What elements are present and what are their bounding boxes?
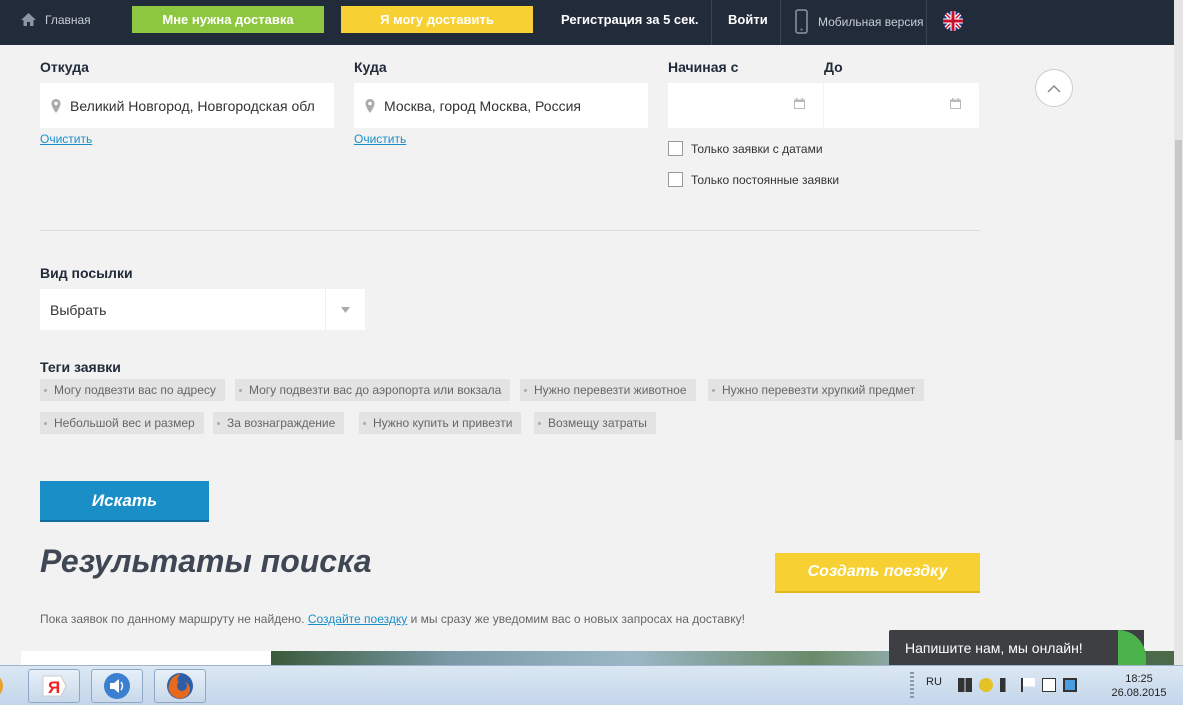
yandex-taskbar-icon[interactable]: Я <box>28 669 80 703</box>
parcel-type-select[interactable]: Выбрать <box>40 289 365 330</box>
clipboard-icon[interactable] <box>1042 678 1056 692</box>
need-delivery-button[interactable]: Мне нужна доставка <box>132 6 324 33</box>
monitor-icon[interactable] <box>1063 678 1077 692</box>
tag-item[interactable]: Нужно перевезти хрупкий предмет <box>708 379 925 401</box>
phone-icon <box>795 9 808 34</box>
info-text-after: и мы сразу же уведомим вас о новых запро… <box>410 612 746 626</box>
home-icon <box>21 13 36 26</box>
tag-item[interactable]: Нужно купить и привезти <box>359 412 522 434</box>
taskbar-grip <box>910 672 914 700</box>
clock[interactable]: 18:25 26.08.2015 <box>1110 672 1168 700</box>
clock-time: 18:25 <box>1125 673 1153 685</box>
scroll-up-button[interactable] <box>1035 69 1073 107</box>
to-label: Куда <box>354 59 387 75</box>
calendar-icon <box>794 98 805 109</box>
location-pin-icon <box>365 98 375 113</box>
create-trip-link[interactable]: Создайте поездку <box>308 612 407 626</box>
only-dated-checkbox[interactable]: Только заявки с датами <box>668 141 823 156</box>
to-clear-link[interactable]: Очистить <box>354 132 406 146</box>
windows-icon[interactable] <box>958 678 972 692</box>
scrollbar-thumb[interactable] <box>1175 140 1182 440</box>
section-divider <box>40 230 980 231</box>
dropdown-arrow-icon[interactable] <box>325 289 365 330</box>
create-trip-button[interactable]: Создать поездку <box>775 553 980 593</box>
home-link[interactable]: Главная <box>20 12 91 27</box>
only-permanent-checkbox[interactable]: Только постоянные заявки <box>668 172 839 187</box>
checkbox-box[interactable] <box>668 141 683 156</box>
can-deliver-button[interactable]: Я могу доставить <box>341 6 533 33</box>
chat-label: Напишите нам, мы онлайн! <box>905 639 1083 656</box>
banner-white-area <box>21 651 271 665</box>
tag-item[interactable]: Могу подвезти вас по адресу <box>40 379 225 401</box>
language-indicator[interactable]: RU <box>926 676 942 688</box>
tag-item[interactable]: За вознаграждение <box>213 412 345 434</box>
home-label: Главная <box>45 12 91 27</box>
to-value: Москва, город Москва, Россия <box>384 97 581 114</box>
from-value: Великий Новгород, Новгородская обл <box>70 97 315 114</box>
only-dated-label: Только заявки с датами <box>691 141 823 156</box>
media-player-taskbar-icon[interactable] <box>91 669 143 703</box>
from-clear-link[interactable]: Очистить <box>40 132 92 146</box>
mobile-version-link[interactable]: Мобильная версия <box>795 9 924 34</box>
tag-item[interactable]: Нужно перевезти животное <box>520 379 696 401</box>
uk-flag-icon[interactable] <box>943 11 963 31</box>
chat-widget[interactable]: Напишите нам, мы онлайн! <box>889 630 1144 665</box>
start-date-input[interactable] <box>668 83 823 128</box>
clock-date: 26.08.2015 <box>1111 687 1167 699</box>
only-permanent-label: Только постоянные заявки <box>691 172 840 187</box>
system-tray <box>958 678 1077 692</box>
tags-label: Теги заявки <box>40 359 121 375</box>
from-input[interactable]: Великий Новгород, Новгородская обл <box>40 83 334 128</box>
flag-icon[interactable] <box>1021 678 1035 692</box>
taskbar: Я RU 18:25 26.08.2015 <box>0 665 1183 705</box>
results-title: Результаты поиска <box>40 543 372 579</box>
register-link[interactable]: Регистрация за 5 сек. <box>561 12 698 27</box>
start-date-label: Начиная с <box>668 59 739 75</box>
login-link[interactable]: Войти <box>728 12 768 27</box>
parcel-type-label: Вид посылки <box>40 265 133 281</box>
nav-divider <box>711 0 712 45</box>
firefox-taskbar-icon[interactable] <box>154 669 206 703</box>
location-pin-icon <box>51 98 61 113</box>
nav-divider <box>926 0 927 45</box>
network-icon[interactable] <box>979 678 993 692</box>
tag-item[interactable]: Возмещу затраты <box>534 412 656 434</box>
speaker-icon[interactable] <box>1000 678 1014 692</box>
mobile-version-label: Мобильная версия <box>818 14 924 29</box>
end-date-label: До <box>824 59 843 75</box>
chevron-up-icon <box>1047 84 1061 93</box>
parcel-type-value: Выбрать <box>50 302 107 318</box>
tag-item[interactable]: Небольшой вес и размер <box>40 412 204 434</box>
calendar-icon <box>950 98 961 109</box>
top-nav: Главная Мне нужна доставка Я могу достав… <box>0 0 1174 45</box>
checkbox-box[interactable] <box>668 172 683 187</box>
chrome-taskbar-icon[interactable] <box>0 669 10 703</box>
tag-item[interactable]: Могу подвезти вас до аэропорта или вокза… <box>235 379 511 401</box>
nav-divider <box>780 0 781 45</box>
svg-text:Я: Я <box>48 678 60 697</box>
info-text-before: Пока заявок по данному маршруту не найде… <box>40 612 305 626</box>
search-button[interactable]: Искать <box>40 481 209 522</box>
from-label: Откуда <box>40 59 89 75</box>
results-info: Пока заявок по данному маршруту не найде… <box>40 612 745 626</box>
end-date-input[interactable] <box>824 83 979 128</box>
to-input[interactable]: Москва, город Москва, Россия <box>354 83 648 128</box>
